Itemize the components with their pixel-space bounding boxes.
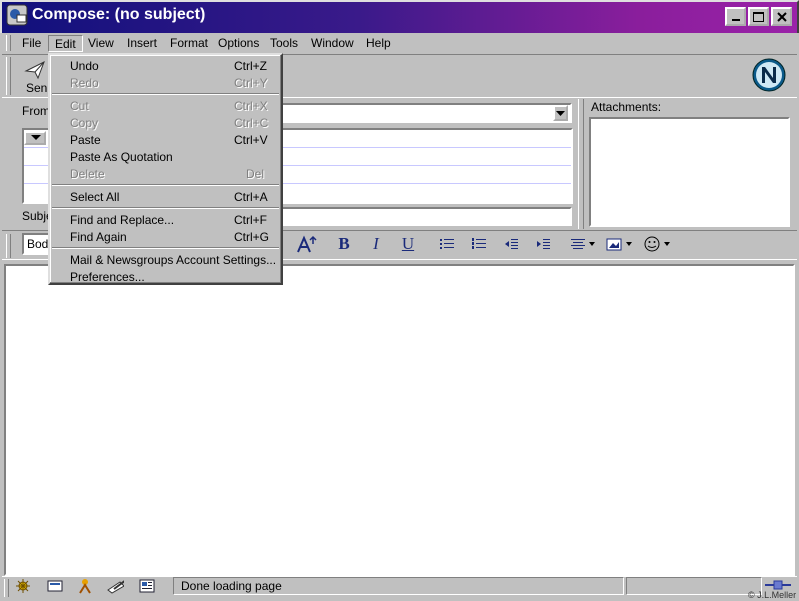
news-icon[interactable]: [138, 578, 156, 594]
menu-item-label: Cut: [70, 99, 89, 113]
menu-tools[interactable]: Tools: [270, 35, 298, 52]
insert-object-icon[interactable]: [605, 234, 635, 254]
align-icon[interactable]: [569, 234, 597, 254]
menu-item-preferences[interactable]: Preferences...: [50, 268, 281, 285]
netscape-logo[interactable]: [752, 58, 786, 92]
statusbar-grip[interactable]: [4, 579, 9, 597]
menu-item-shortcut: Ctrl+G: [234, 230, 270, 244]
menu-separator: [52, 184, 279, 186]
menu-item-paste-as-quotation[interactable]: Paste As Quotation: [50, 148, 281, 165]
menu-item-label: Redo: [70, 76, 99, 90]
close-icon: [776, 11, 787, 22]
outdent-icon[interactable]: [501, 234, 521, 254]
menu-item-label: Paste: [70, 133, 101, 147]
from-dropdown-button[interactable]: [553, 105, 568, 121]
send-button-label[interactable]: Sen: [26, 81, 47, 95]
menu-item-copy[interactable]: Copy Ctrl+C: [50, 114, 281, 131]
menu-edit[interactable]: Edit: [48, 35, 83, 52]
smiley-icon[interactable]: [642, 234, 674, 254]
menu-format[interactable]: Format: [170, 35, 208, 52]
menu-item-label: Find and Replace...: [70, 213, 175, 227]
menu-item-select-all[interactable]: Select All Ctrl+A: [50, 188, 281, 205]
menu-item-find-and-replace[interactable]: Find and Replace... Ctrl+F: [50, 211, 281, 228]
menu-item-label: Mail & Newsgroups Account Settings...: [70, 253, 277, 267]
menu-separator: [52, 247, 279, 249]
bullet-list-icon[interactable]: [437, 234, 457, 254]
bold-icon[interactable]: B: [334, 234, 354, 254]
subject-field[interactable]: [281, 207, 572, 226]
indent-icon[interactable]: [533, 234, 553, 254]
menu-item-find-again[interactable]: Find Again Ctrl+G: [50, 228, 281, 245]
attachments-label: Attachments:: [591, 100, 662, 114]
maximize-icon: [753, 11, 764, 22]
menu-item-label: Select All: [70, 190, 120, 204]
menu-item-delete[interactable]: Delete Del: [50, 165, 281, 182]
menu-item-cut[interactable]: Cut Ctrl+X: [50, 97, 281, 114]
menu-item-label: Find Again: [70, 230, 127, 244]
menubar-grip[interactable]: [6, 35, 11, 51]
recipient-type-dropdown[interactable]: [24, 131, 46, 145]
window-title: Compose: (no subject): [32, 6, 206, 23]
menu-item-label: Paste As Quotation: [70, 150, 173, 164]
menu-item-paste[interactable]: Paste Ctrl+V: [50, 131, 281, 148]
menu-item-shortcut: Del: [246, 167, 265, 181]
menu-bar: File Edit View Insert Format Options Too…: [2, 33, 797, 53]
close-button[interactable]: [771, 7, 792, 26]
menu-view[interactable]: View: [88, 35, 114, 52]
attachments-splitter[interactable]: [578, 99, 584, 229]
address-book-icon[interactable]: [106, 578, 124, 594]
menu-item-label: Copy: [70, 116, 99, 130]
italic-icon[interactable]: I: [366, 234, 386, 254]
menu-help[interactable]: Help: [366, 35, 391, 52]
menu-options[interactable]: Options: [218, 35, 259, 52]
menu-item-shortcut: Ctrl+C: [234, 116, 269, 130]
from-field[interactable]: [281, 103, 572, 123]
app-icon[interactable]: [6, 4, 28, 26]
copyright-watermark: © J.L.Meller: [748, 590, 797, 600]
menu-item-shortcut: Ctrl+Z: [234, 59, 267, 73]
formatbar-grip[interactable]: [6, 234, 11, 258]
toolbar-grip[interactable]: [6, 57, 11, 95]
navigator-icon[interactable]: [14, 578, 32, 594]
numbered-list-icon[interactable]: [469, 234, 489, 254]
menu-item-undo[interactable]: Undo Ctrl+Z: [50, 57, 281, 74]
send-icon[interactable]: [24, 59, 50, 81]
menu-item-shortcut: Ctrl+V: [234, 133, 268, 147]
menu-item-redo[interactable]: Redo Ctrl+Y: [50, 74, 281, 91]
menu-item-shortcut: Ctrl+A: [234, 190, 268, 204]
from-label: From: [22, 104, 50, 118]
underline-icon[interactable]: U: [398, 234, 418, 254]
edit-menu-dropdown: Undo Ctrl+Z Redo Ctrl+Y Cut Ctrl+X Copy …: [48, 53, 283, 285]
menu-item-shortcut: Ctrl+F: [234, 213, 267, 227]
attachments-list[interactable]: [589, 117, 790, 227]
menu-window[interactable]: Window: [311, 35, 354, 52]
menu-separator: [52, 207, 279, 209]
menu-item-label: Undo: [70, 59, 99, 73]
menu-item-label: Preferences...: [70, 270, 145, 284]
menu-separator: [52, 93, 279, 95]
minimize-icon: [731, 18, 740, 21]
message-body-editor[interactable]: [4, 264, 795, 576]
maximize-button[interactable]: [748, 7, 769, 26]
status-text: Done loading page: [173, 577, 624, 595]
menu-item-shortcut: Ctrl+Y: [234, 76, 268, 90]
menu-insert[interactable]: Insert: [127, 35, 157, 52]
composer-icon[interactable]: [76, 578, 94, 594]
menu-file[interactable]: File: [22, 35, 41, 52]
chevron-down-icon: [31, 135, 41, 140]
mail-icon[interactable]: [46, 578, 64, 594]
chevron-down-icon: [556, 111, 565, 116]
status-panel: [626, 577, 762, 595]
font-size-icon[interactable]: [295, 234, 319, 254]
menu-item-shortcut: Ctrl+X: [234, 99, 268, 113]
menu-item-label: Delete: [70, 167, 105, 181]
minimize-button[interactable]: [725, 7, 746, 26]
menu-item-account-settings[interactable]: Mail & Newsgroups Account Settings...: [50, 251, 281, 268]
